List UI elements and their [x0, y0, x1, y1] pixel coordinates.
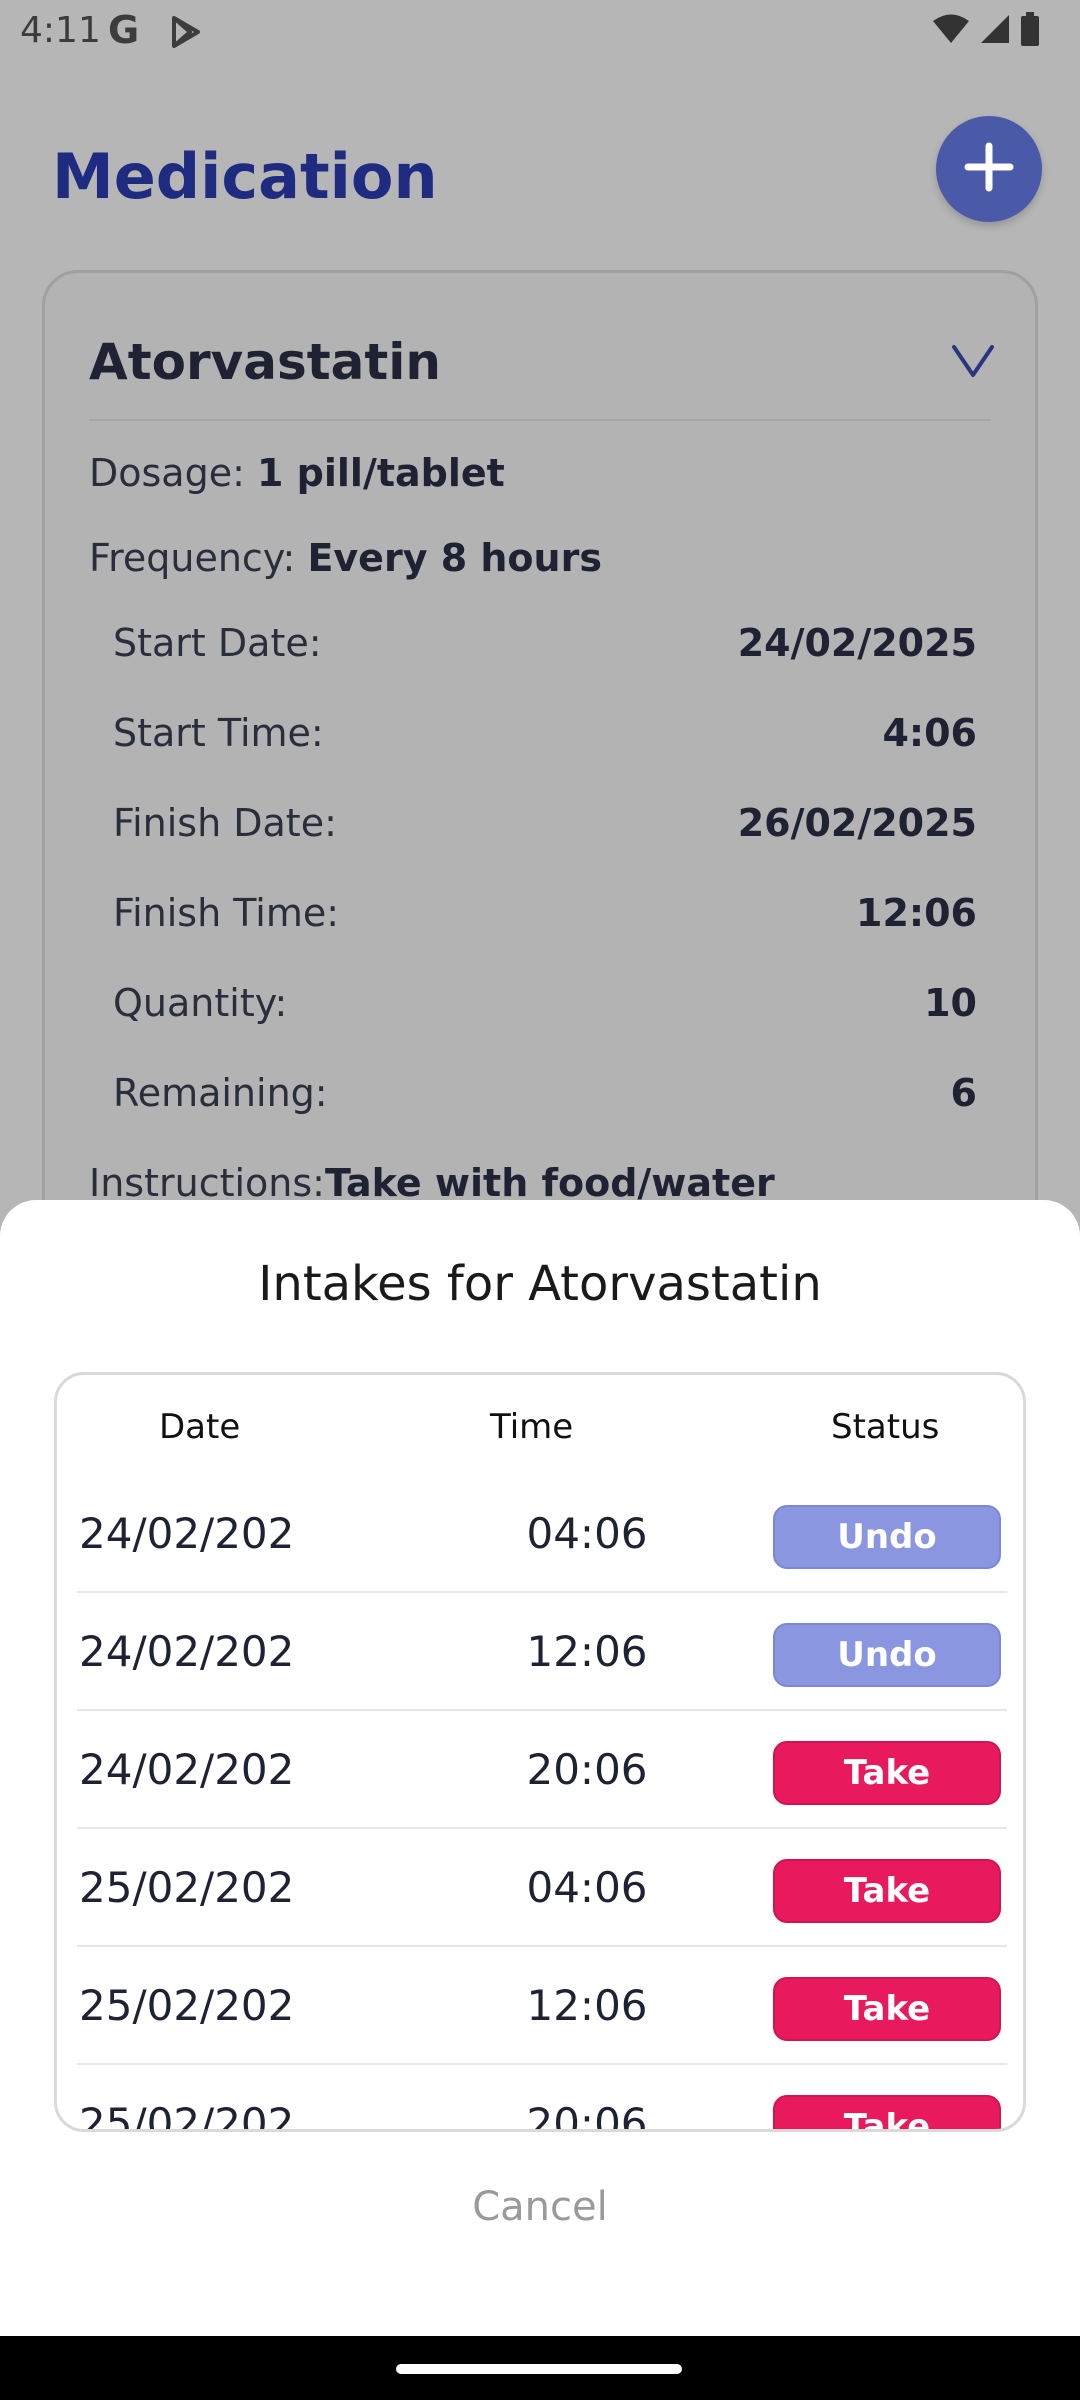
- wifi-icon: [932, 14, 970, 48]
- finish-time-row: Finish Time: 12:06: [113, 891, 977, 935]
- table-row: 25/02/202 12:06 Take: [77, 1947, 1007, 2065]
- table-row: 24/02/202 04:06 Undo: [77, 1475, 1007, 1593]
- dosage-value: 1 pill/tablet: [257, 451, 505, 495]
- sheet-title: Intakes for Atorvastatin: [258, 1256, 822, 1312]
- take-button[interactable]: Take: [773, 1741, 1001, 1805]
- undo-button[interactable]: Undo: [773, 1505, 1001, 1569]
- dosage-line: Dosage: 1 pill/tablet: [89, 451, 505, 495]
- start-date-value: 24/02/2025: [737, 621, 977, 665]
- start-date-label: Start Date:: [113, 621, 322, 665]
- card-divider: [89, 419, 991, 421]
- table-row: 24/02/202 20:06 Take: [77, 1711, 1007, 1829]
- intake-time: 20:06: [526, 2099, 648, 2131]
- frequency-value: Every 8 hours: [307, 536, 602, 580]
- dosage-label: Dosage:: [89, 451, 245, 495]
- intake-date: 25/02/202: [79, 1863, 295, 1912]
- undo-button[interactable]: Undo: [773, 1623, 1001, 1687]
- intake-date: 25/02/202: [79, 2099, 295, 2131]
- medication-card[interactable]: Atorvastatin Dosage: 1 pill/tablet Frequ…: [42, 270, 1038, 1270]
- cancel-button[interactable]: Cancel: [0, 2184, 1080, 2230]
- chevron-down-icon[interactable]: [951, 343, 995, 383]
- remaining-row: Remaining: 6: [113, 1071, 977, 1115]
- intake-date: 25/02/202: [79, 1981, 295, 2030]
- table-row: 25/02/202 04:06 Take: [77, 1829, 1007, 1947]
- finish-date-row: Finish Date: 26/02/2025: [113, 801, 977, 845]
- intake-date: 24/02/202: [79, 1509, 295, 1558]
- battery-icon: [1020, 12, 1040, 50]
- intakes-bottom-sheet: Intakes for Atorvastatin Date Time Statu…: [0, 1200, 1080, 2336]
- take-button[interactable]: Take: [773, 1859, 1001, 1923]
- start-time-value: 4:06: [882, 711, 977, 755]
- instructions-line: Instructions:Take with food/water: [89, 1161, 775, 1205]
- finish-date-value: 26/02/2025: [737, 801, 977, 845]
- frequency-line: Frequency: Every 8 hours: [89, 536, 602, 580]
- navigation-bar: [0, 2336, 1080, 2400]
- start-date-row: Start Date: 24/02/2025: [113, 621, 977, 665]
- start-time-label: Start Time:: [113, 711, 324, 755]
- intakes-table[interactable]: Date Time Status 24/02/202 04:06 Undo 24…: [54, 1372, 1026, 2132]
- instructions-value: Take with food/water: [324, 1161, 775, 1205]
- column-header-status: Status: [831, 1407, 940, 1447]
- intake-time: 04:06: [526, 1509, 648, 1558]
- table-row: 24/02/202 12:06 Undo: [77, 1593, 1007, 1711]
- finish-time-value: 12:06: [856, 891, 977, 935]
- status-bar: 4:11 G: [0, 0, 1080, 64]
- table-header: Date Time Status: [57, 1375, 1023, 1475]
- quantity-row: Quantity: 10: [113, 981, 977, 1025]
- take-button[interactable]: Take: [773, 1977, 1001, 2041]
- play-store-icon: [168, 14, 204, 54]
- start-time-row: Start Time: 4:06: [113, 711, 977, 755]
- column-header-time: Time: [490, 1407, 574, 1447]
- signal-icon: [980, 14, 1010, 48]
- column-header-date: Date: [159, 1407, 241, 1447]
- home-gesture-handle[interactable]: [396, 2364, 682, 2374]
- finish-date-label: Finish Date:: [113, 801, 337, 845]
- google-icon: G: [108, 8, 140, 52]
- medication-name: Atorvastatin: [89, 333, 441, 391]
- intake-time: 04:06: [526, 1863, 648, 1912]
- remaining-value: 6: [950, 1071, 977, 1115]
- quantity-label: Quantity:: [113, 981, 288, 1025]
- instructions-label: Instructions:: [89, 1161, 325, 1205]
- intake-date: 24/02/202: [79, 1745, 295, 1794]
- frequency-label: Frequency:: [89, 536, 296, 580]
- quantity-value: 10: [924, 981, 977, 1025]
- add-medication-button[interactable]: [936, 116, 1042, 222]
- intake-time: 12:06: [526, 1981, 648, 2030]
- remaining-label: Remaining:: [113, 1071, 328, 1115]
- plus-icon: [962, 140, 1016, 198]
- intake-time: 20:06: [526, 1745, 648, 1794]
- page-title: Medication: [52, 140, 438, 213]
- table-body[interactable]: 24/02/202 04:06 Undo 24/02/202 12:06 Und…: [57, 1475, 1023, 2131]
- intake-time: 12:06: [526, 1627, 648, 1676]
- status-time: 4:11: [20, 10, 101, 51]
- table-row: 25/02/202 20:06 Take: [77, 2065, 1007, 2131]
- take-button[interactable]: Take: [773, 2095, 1001, 2129]
- finish-time-label: Finish Time:: [113, 891, 340, 935]
- intake-date: 24/02/202: [79, 1627, 295, 1676]
